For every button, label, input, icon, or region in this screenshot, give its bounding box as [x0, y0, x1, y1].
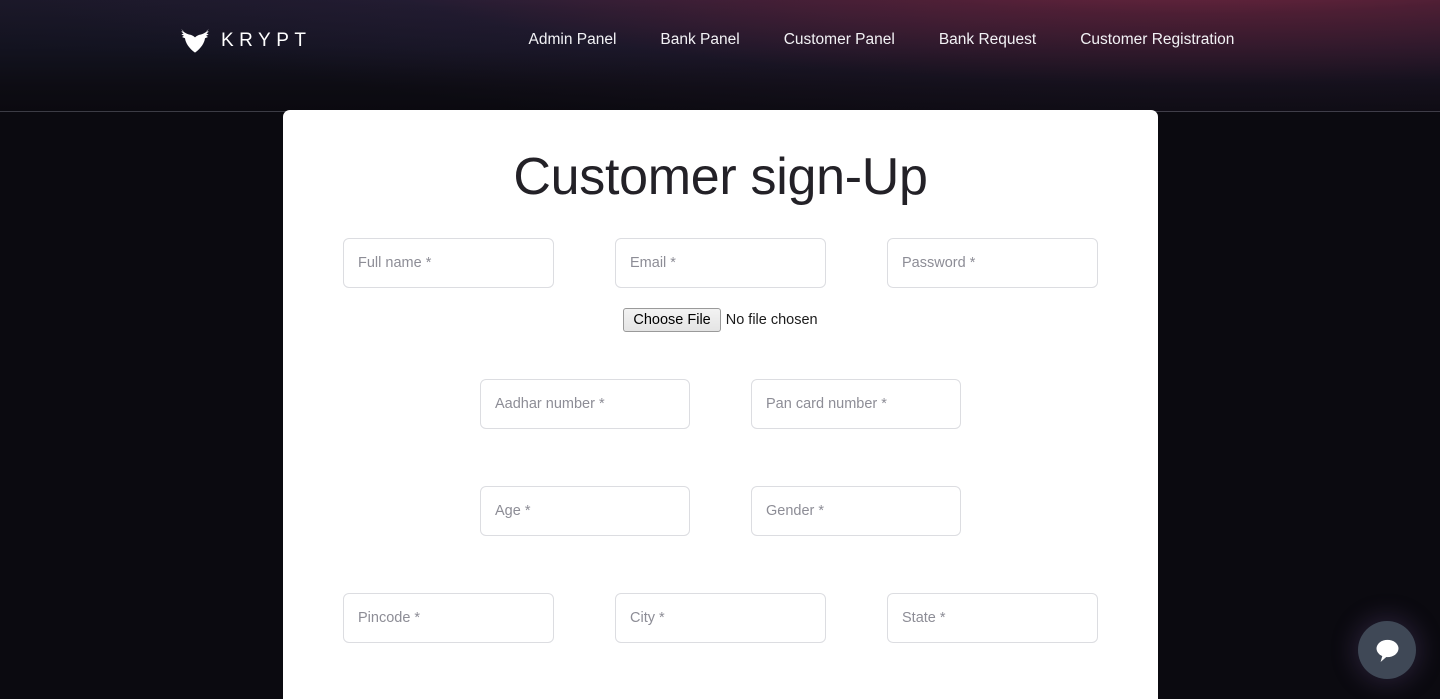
form-row-file-upload: Choose File No file chosen	[283, 308, 1158, 333]
age-input[interactable]	[480, 486, 690, 537]
form-row-identity	[283, 238, 1158, 289]
spacer-documents-demographics	[283, 448, 1158, 486]
gender-input[interactable]	[751, 486, 961, 537]
bat-mask-icon	[180, 26, 210, 54]
chat-bubble-icon	[1374, 638, 1401, 663]
page-title: Customer sign-Up	[513, 148, 928, 206]
city-input[interactable]	[615, 593, 826, 644]
file-upload-field[interactable]: Choose File No file chosen	[623, 308, 818, 333]
full-name-input[interactable]	[343, 238, 554, 289]
nav-link-admin-panel[interactable]: Admin Panel	[529, 32, 617, 48]
brand-logo[interactable]: KRYPT	[180, 26, 312, 54]
pincode-input[interactable]	[343, 593, 554, 644]
pan-card-number-input[interactable]	[751, 379, 961, 430]
email-input[interactable]	[615, 238, 826, 289]
choose-file-button[interactable]: Choose File	[623, 308, 721, 333]
chat-widget-button[interactable]	[1358, 621, 1416, 679]
state-input[interactable]	[887, 593, 1098, 644]
file-chosen-status: No file chosen	[725, 312, 818, 329]
nav-link-customer-registration[interactable]: Customer Registration	[1080, 32, 1234, 48]
form-row-demographics	[283, 486, 1158, 537]
aadhar-number-input[interactable]	[480, 379, 690, 430]
form-row-address	[283, 593, 1158, 644]
main-navbar: KRYPT Admin Panel Bank Panel Customer Pa…	[0, 0, 1440, 80]
nav-link-bank-request[interactable]: Bank Request	[939, 32, 1036, 48]
form-row-documents	[283, 379, 1158, 430]
customer-signup-card: Customer sign-Up Choose File No file cho…	[283, 110, 1158, 699]
spacer-identity-documents	[283, 352, 1158, 379]
nav-link-bank-panel[interactable]: Bank Panel	[660, 32, 739, 48]
nav-link-customer-panel[interactable]: Customer Panel	[784, 32, 895, 48]
spacer-demographics-address	[283, 555, 1158, 593]
password-input[interactable]	[887, 238, 1098, 289]
brand-name: KRYPT	[221, 29, 312, 51]
nav-links: Admin Panel Bank Panel Customer Panel Ba…	[529, 32, 1235, 48]
